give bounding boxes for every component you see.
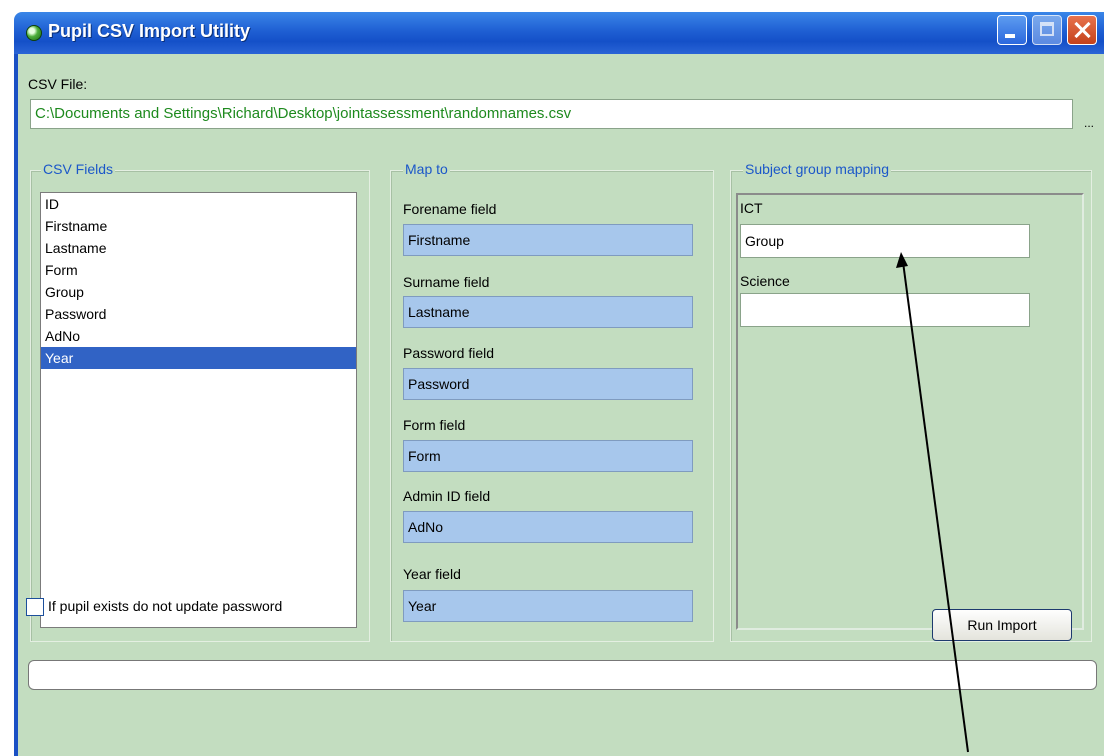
year-label: Year field [403, 566, 461, 582]
app-icon [26, 25, 42, 41]
science-label: Science [740, 273, 790, 289]
list-item[interactable]: AdNo [41, 325, 356, 347]
list-item[interactable]: ID [41, 193, 356, 215]
app-window: Pupil CSV Import Utility CSV File: C:\Do… [0, 0, 1104, 756]
no-update-password-label: If pupil exists do not update password [48, 598, 283, 614]
forename-field[interactable]: Firstname [403, 224, 693, 256]
surname-label: Surname field [403, 274, 490, 290]
surname-field[interactable]: Lastname [403, 296, 693, 328]
ict-field[interactable]: Group [740, 224, 1030, 258]
list-item[interactable]: Group [41, 281, 356, 303]
forename-label: Forename field [403, 201, 497, 217]
list-item[interactable]: Password [41, 303, 356, 325]
admin-id-field[interactable]: AdNo [403, 511, 693, 543]
progress-bar [28, 660, 1097, 690]
admin-id-label: Admin ID field [403, 488, 491, 504]
form-field[interactable]: Form [403, 440, 693, 472]
csv-file-label: CSV File: [28, 76, 88, 92]
subject-mapping-panel [736, 193, 1084, 630]
browse-button[interactable]: ... [1084, 116, 1094, 130]
csv-path-field[interactable]: C:\Documents and Settings\Richard\Deskto… [30, 99, 1073, 129]
csv-fields-list[interactable]: ID Firstname Lastname Form Group Passwor… [40, 192, 357, 628]
list-item-selected[interactable]: Year [41, 347, 356, 369]
password-field[interactable]: Password [403, 368, 693, 400]
form-label: Form field [403, 417, 466, 433]
list-item[interactable]: Form [41, 259, 356, 281]
minimize-button[interactable] [997, 15, 1027, 45]
run-import-button[interactable]: Run Import [932, 609, 1072, 641]
password-label: Password field [403, 345, 495, 361]
subject-mapping-title: Subject group mapping [743, 161, 891, 177]
ict-label: ICT [740, 200, 763, 216]
client-area: CSV File: C:\Documents and Settings\Rich… [14, 54, 1104, 756]
list-item[interactable]: Lastname [41, 237, 356, 259]
title-bar[interactable]: Pupil CSV Import Utility [14, 12, 1104, 54]
csv-fields-title: CSV Fields [41, 161, 116, 177]
close-button[interactable] [1067, 15, 1097, 45]
science-field[interactable] [740, 293, 1030, 327]
no-update-password-checkbox[interactable] [26, 598, 44, 616]
year-field[interactable]: Year [403, 590, 693, 622]
window-title: Pupil CSV Import Utility [48, 21, 251, 41]
map-to-title: Map to [403, 161, 450, 177]
maximize-button[interactable] [1032, 15, 1062, 45]
list-item[interactable]: Firstname [41, 215, 356, 237]
